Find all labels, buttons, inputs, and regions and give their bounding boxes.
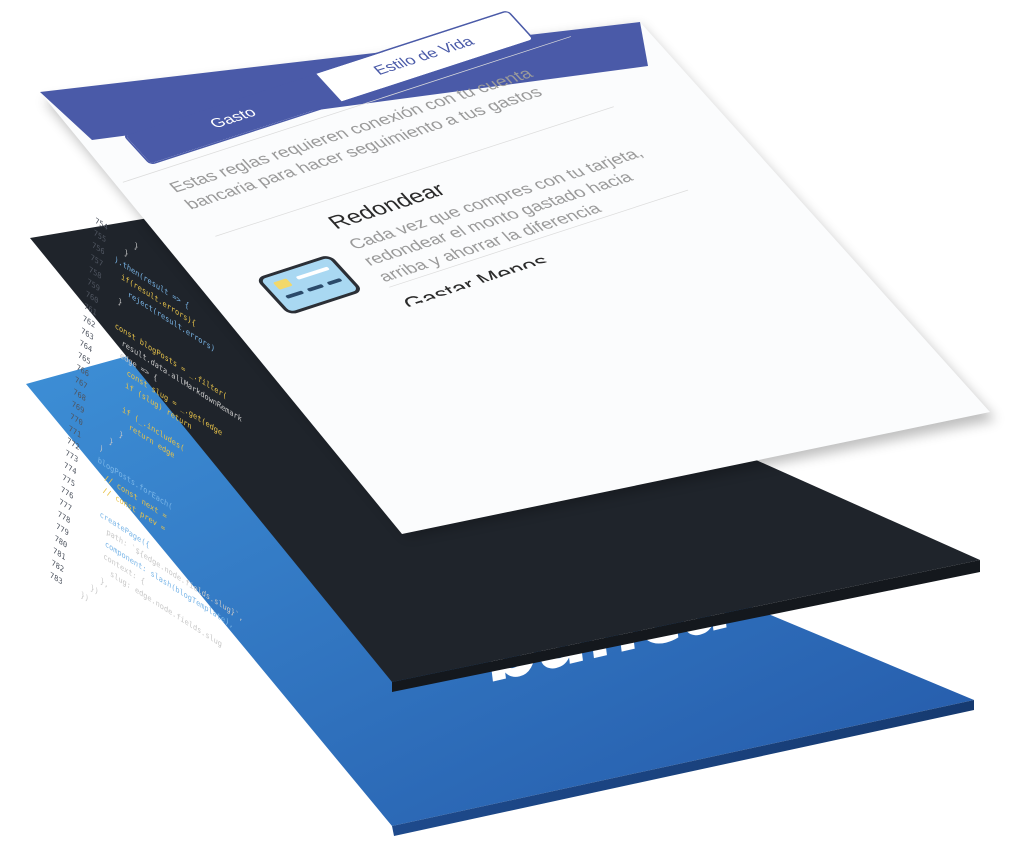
layered-scene: banca 754 }755 }756).then(result => {757… [0,0,1012,860]
modal-layer: Crear Regla ✕ Gasto Estilo de Vida Estas… [0,0,1012,860]
credit-card-icon [254,253,367,317]
